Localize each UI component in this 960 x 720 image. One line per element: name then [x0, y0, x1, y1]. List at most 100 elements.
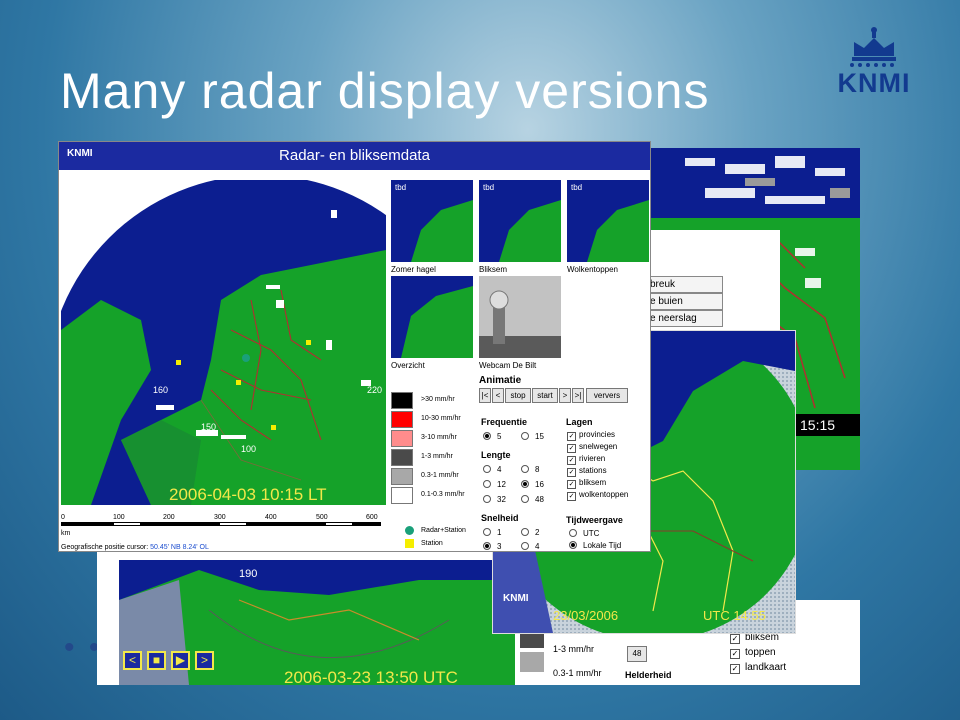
thumb-webcam[interactable]: [479, 276, 561, 358]
list-item[interactable]: e buien: [646, 293, 723, 310]
window-titlebar: KNMI Radar- en bliksemdata: [59, 142, 650, 170]
legend-label: 0.3-1 mm/hr: [553, 668, 602, 678]
scale-tick: 100: [113, 514, 125, 521]
thumb-label: Bliksem: [479, 265, 508, 274]
station-marker-icon: [405, 539, 414, 548]
lengte-option[interactable]: 48: [521, 495, 544, 504]
legend-label: 10-30 mm/hr: [421, 415, 461, 422]
thumb-label: Wolkentoppen: [567, 265, 618, 274]
scale-tick: 200: [163, 514, 175, 521]
frequentie-option[interactable]: 15: [521, 432, 544, 441]
first-frame-button[interactable]: |<: [479, 388, 491, 403]
frequentie-heading: Frequentie: [481, 417, 528, 427]
lengte-option[interactable]: 4: [483, 465, 501, 474]
tijdweergave-heading: Tijdweergave: [566, 515, 623, 525]
thumb-map: [587, 200, 649, 262]
right-window-utc: UTC 14:55: [703, 608, 766, 623]
stop-button[interactable]: stop: [505, 388, 531, 403]
right-window-date: 23/03/2006: [553, 608, 619, 623]
scale-tick: 0: [61, 514, 65, 521]
layer-checkbox[interactable]: ✓ bliksem: [567, 478, 606, 489]
cursor-lat: 50.45' NB: [150, 544, 181, 551]
snelheid-option[interactable]: 1: [483, 528, 501, 537]
thumb-label: Zomer hagel: [391, 265, 436, 274]
thumb-map: [499, 200, 561, 262]
list-item[interactable]: e neerslag: [646, 310, 723, 327]
stop-button[interactable]: ■: [147, 651, 166, 670]
layer-checkbox[interactable]: ✓ rivieren: [567, 454, 605, 465]
thumb-label: Webcam De Bilt: [479, 361, 537, 370]
play-button[interactable]: ▶: [171, 651, 190, 670]
last-frame-button[interactable]: >|: [572, 388, 584, 403]
logo-text: KNMI: [837, 68, 911, 98]
legend-label: 3-10 mm/hr: [421, 434, 457, 441]
layer-checkbox[interactable]: ✓ wolkentoppen: [567, 490, 628, 501]
legend-label: Station: [421, 540, 443, 547]
layer-checkbox[interactable]: ✓ landkaart: [730, 662, 786, 674]
lengte-option[interactable]: 12: [483, 480, 506, 489]
map-label: 190: [239, 568, 258, 580]
lagen-heading: Lagen: [566, 417, 593, 427]
snelheid-option[interactable]: 3: [483, 542, 501, 551]
legend-swatch: [391, 430, 413, 447]
legend-swatch: [391, 392, 413, 409]
legend-swatch: [391, 487, 413, 504]
map-label: 160: [153, 385, 169, 395]
scale-tick: 500: [316, 514, 328, 521]
legend-swatch: [520, 652, 544, 672]
legend-label: 0.3-1 mm/hr: [421, 472, 459, 479]
legend-swatch: [391, 449, 413, 466]
knmi-logo: KNMI: [832, 26, 916, 98]
thumb-label: Overzicht: [391, 361, 425, 370]
animatie-heading: Animatie: [479, 375, 522, 386]
snelheid-option[interactable]: 2: [521, 528, 539, 537]
thumb-bliksem[interactable]: tbd: [479, 180, 561, 262]
legend-label: 1-3 mm/hr: [421, 453, 453, 460]
start-button[interactable]: start: [532, 388, 558, 403]
legend-swatch: [391, 468, 413, 485]
radar-station-marker-icon: [405, 526, 414, 535]
layer-checkbox[interactable]: ✓ provincies: [567, 430, 615, 441]
layer-checkbox[interactable]: ✓ snelwegen: [567, 442, 617, 453]
time-option[interactable]: Lokale Tijd: [569, 541, 621, 550]
snelheid-heading: Snelheid: [481, 513, 519, 523]
prev-frame-button[interactable]: <: [123, 651, 142, 670]
webcam-tower-icon: [479, 276, 561, 358]
legend-swatch: [391, 411, 413, 428]
lengte-option[interactable]: 32: [483, 495, 506, 504]
length-48-button[interactable]: 48: [627, 646, 647, 662]
timestamp: 2006-03-23 13:50 UTC: [284, 668, 458, 685]
thumb-map: [411, 200, 473, 262]
scale-tick: 400: [265, 514, 277, 521]
legend-label: 0.1-0.3 mm/hr: [421, 491, 465, 498]
radar-map-art: [59, 175, 476, 551]
radar-map[interactable]: 160 150 100 220: [59, 175, 476, 551]
prev-frame-button[interactable]: <: [492, 388, 504, 403]
snelheid-option[interactable]: 4: [521, 542, 539, 551]
thumb-zomer-hagel[interactable]: tbd: [391, 180, 473, 262]
next-frame-button[interactable]: >: [559, 388, 571, 403]
refresh-button[interactable]: ververs: [586, 388, 628, 403]
layer-checkbox[interactable]: ✓ stations: [567, 466, 607, 477]
main-timestamp: 2006-04-03 10:15 LT: [169, 485, 327, 504]
time-option[interactable]: UTC: [569, 529, 599, 538]
next-frame-button[interactable]: >: [195, 651, 214, 670]
scale-tick: 300: [214, 514, 226, 521]
lengte-option[interactable]: 16: [521, 480, 544, 489]
back-time-label: 15:15: [790, 414, 860, 436]
brightness-heading: Helderheid: [625, 670, 672, 680]
scale-tick: 600: [366, 514, 378, 521]
lengte-heading: Lengte: [481, 450, 511, 460]
scale-bar: [61, 522, 381, 526]
frequentie-option[interactable]: 5: [483, 432, 501, 441]
list-item[interactable]: breuk: [646, 276, 723, 293]
cursor-position: Geografische positie cursor: 50.45' NB 8…: [61, 544, 209, 551]
legend-label: >30 mm/hr: [421, 396, 455, 403]
bottom-left-radar-window: 190 2006-03-23 13:50 UTC < ■ ▶ >: [97, 540, 517, 685]
layer-checkbox[interactable]: ✓ toppen: [730, 647, 776, 659]
thumb-wolkentoppen[interactable]: tbd: [567, 180, 649, 262]
lengte-option[interactable]: 8: [521, 465, 539, 474]
thumb-overzicht[interactable]: [391, 276, 473, 358]
right-window-logo: KNMI: [503, 593, 529, 604]
map-label: 150: [201, 422, 217, 432]
